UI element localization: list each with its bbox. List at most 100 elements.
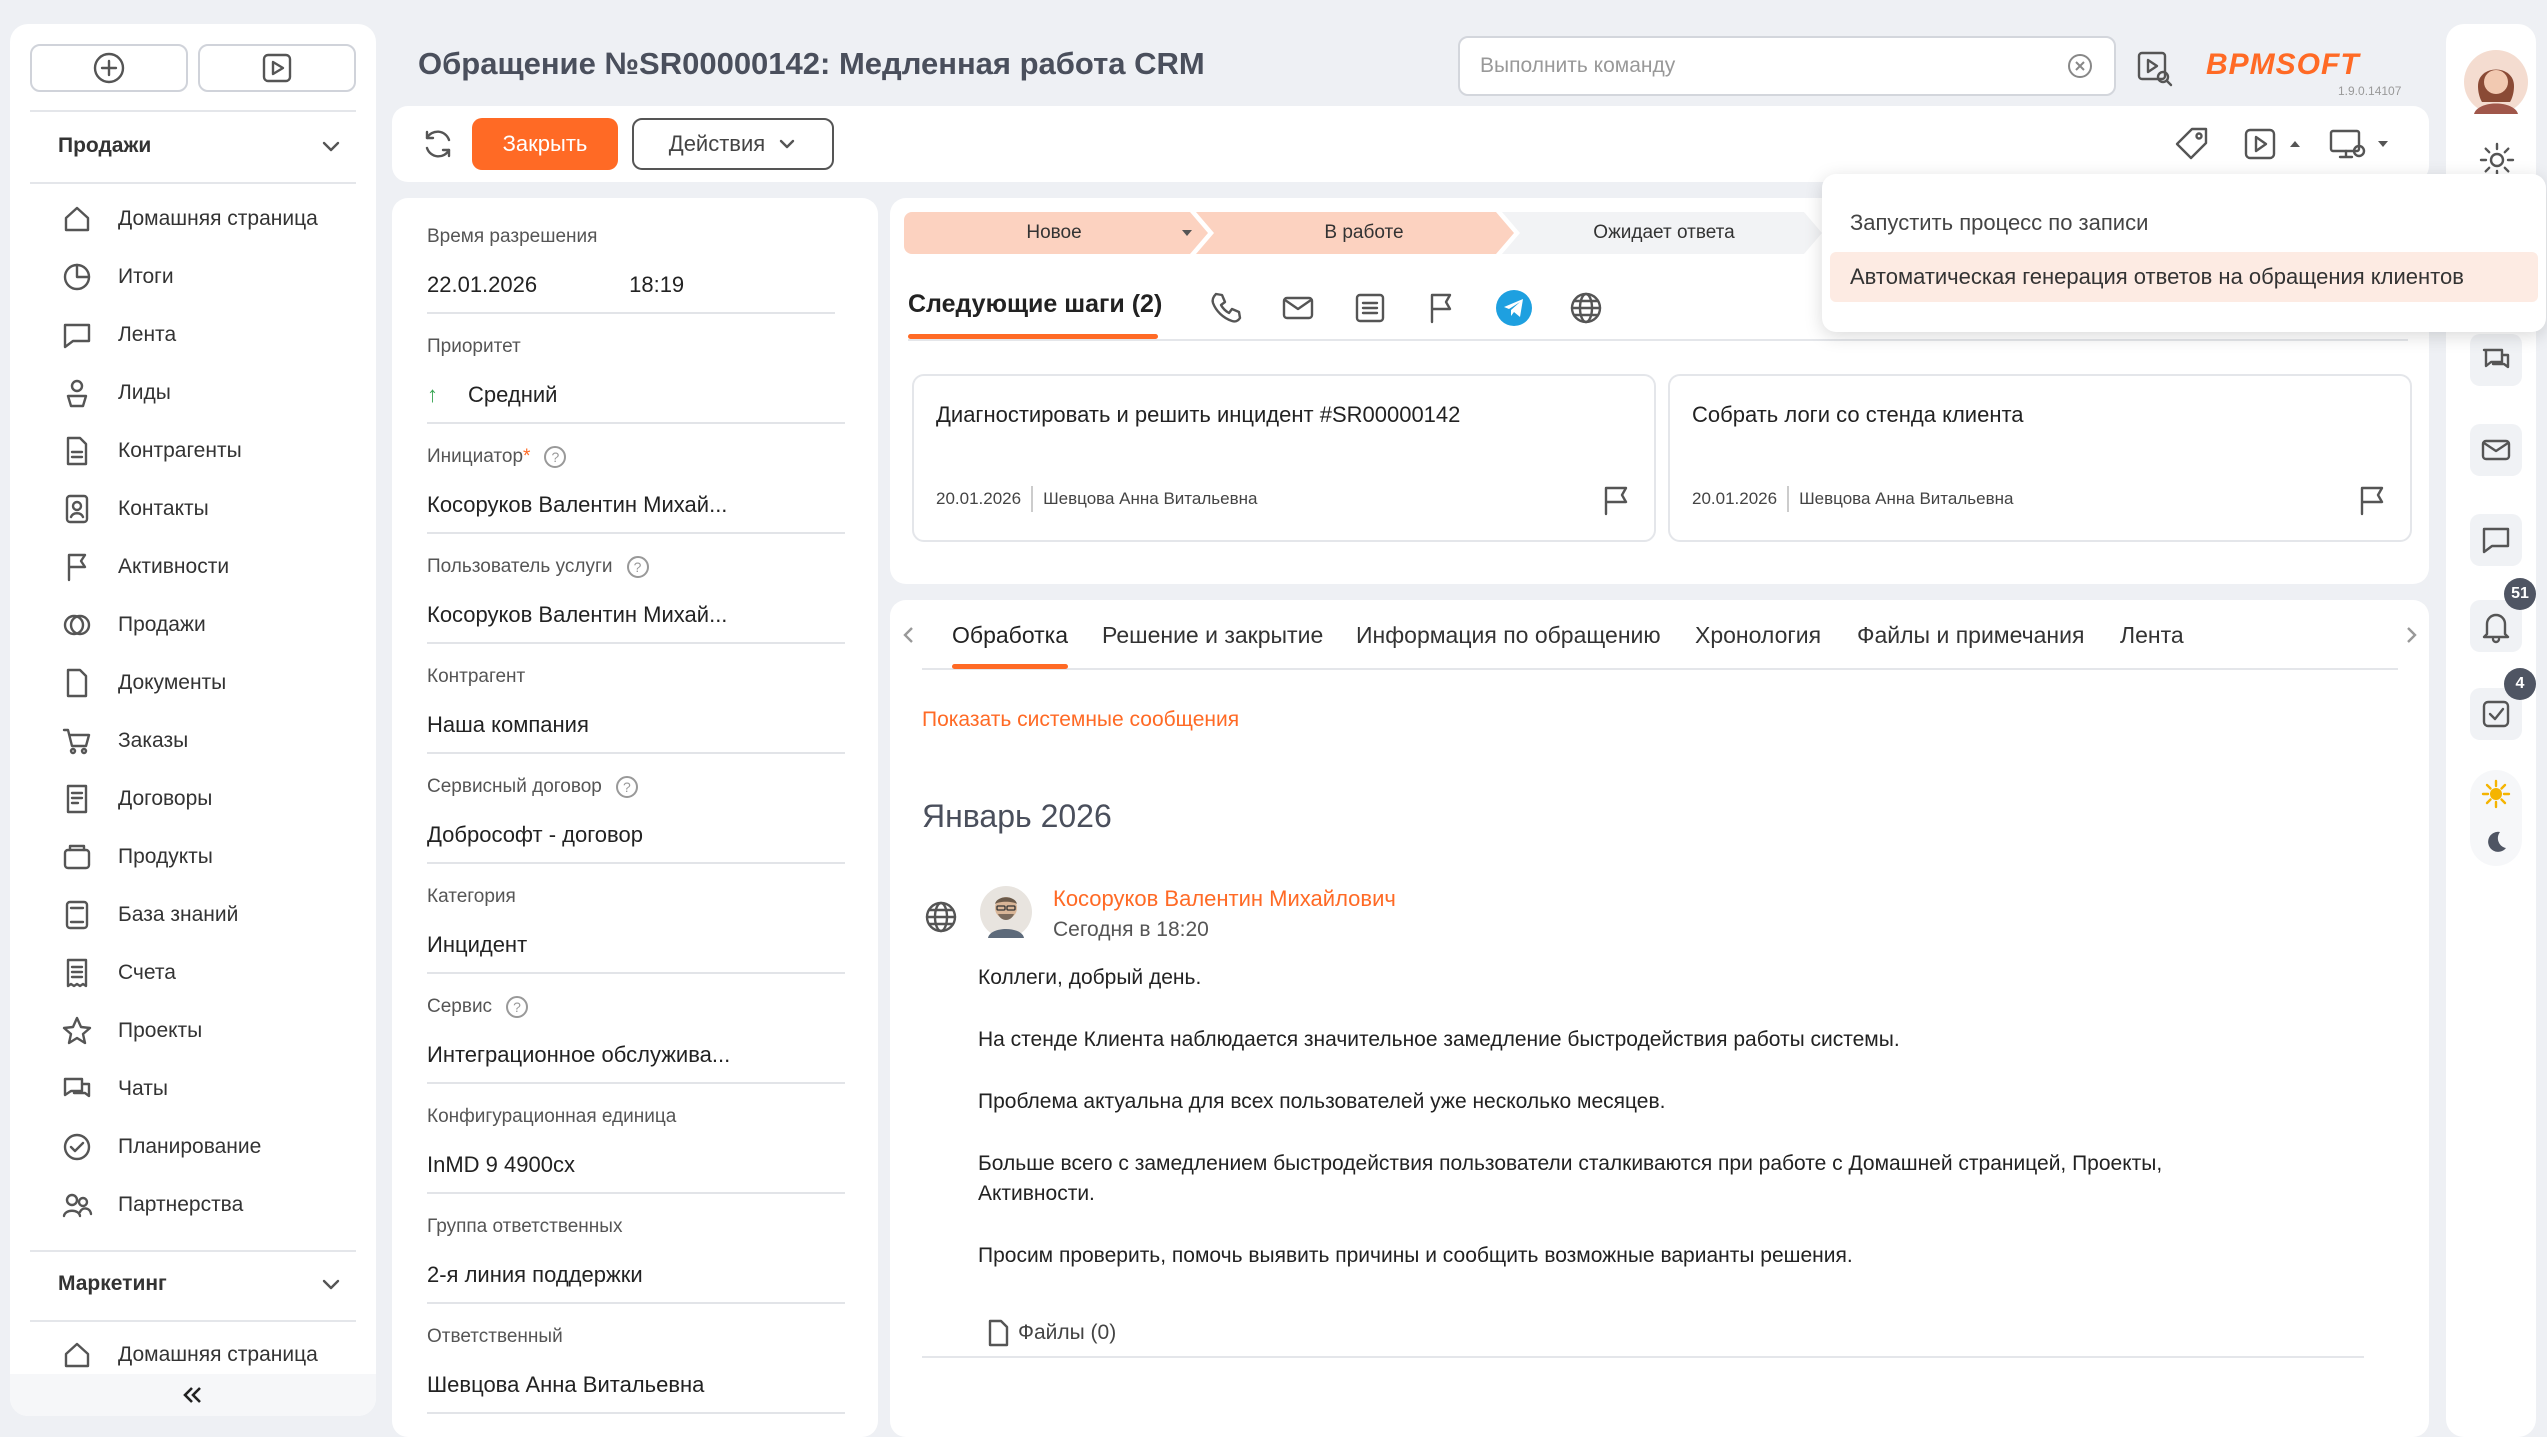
- field-value[interactable]: Интеграционное обслужива...: [427, 1042, 730, 1068]
- sidebar-item[interactable]: Документы: [60, 658, 360, 708]
- sidebar-item[interactable]: Активности: [60, 542, 360, 592]
- web-button[interactable]: [1566, 288, 1606, 328]
- task-card[interactable]: Диагностировать и решить инцидент #SR000…: [912, 374, 1656, 542]
- sidebar-item[interactable]: Итоги: [60, 252, 360, 302]
- refresh-button[interactable]: [418, 124, 458, 164]
- sidebar-item[interactable]: Договоры: [60, 774, 360, 824]
- actions-button[interactable]: Действия: [632, 118, 834, 170]
- sun-icon[interactable]: [2480, 778, 2512, 810]
- sidebar-item[interactable]: Лента: [60, 310, 360, 360]
- date-value[interactable]: 22.01.2026: [427, 272, 537, 297]
- help-icon[interactable]: ?: [626, 556, 649, 578]
- priority-value[interactable]: Средний: [468, 382, 557, 407]
- tabs-scroll-left-icon[interactable]: [898, 624, 920, 646]
- collapse-sidebar-button[interactable]: [10, 1374, 376, 1416]
- lead-icon: [66, 379, 88, 408]
- command-placeholder: Выполнить команду: [1480, 54, 1676, 77]
- field-value[interactable]: 2-я линия поддержки: [427, 1262, 643, 1288]
- help-icon[interactable]: ?: [615, 776, 638, 798]
- sidebar-item[interactable]: Контрагенты: [60, 426, 360, 476]
- sidebar-item[interactable]: Проекты: [60, 1006, 360, 1056]
- task-button[interactable]: [1422, 288, 1462, 328]
- help-icon[interactable]: ?: [506, 996, 529, 1018]
- required-mark: *: [523, 446, 531, 467]
- time-value[interactable]: 18:19: [629, 272, 684, 297]
- marketing-home[interactable]: Домашняя страница: [60, 1330, 360, 1380]
- sidebar-item[interactable]: Счета: [60, 948, 360, 998]
- stage-waiting[interactable]: Ожидает ответа: [1514, 214, 1814, 252]
- field-underline: [427, 752, 845, 754]
- moon-icon[interactable]: [2482, 828, 2510, 856]
- tag-icon: [2175, 127, 2208, 160]
- sidebar-item[interactable]: Заказы: [60, 716, 360, 766]
- globe-icon: [1570, 292, 1602, 324]
- field-value[interactable]: Косоруков Валентин Михай...: [427, 492, 727, 518]
- note-button[interactable]: [1350, 288, 1390, 328]
- flag-icon[interactable]: [2354, 482, 2390, 518]
- post-line: Проблема актуальна для всех пользователе…: [978, 1090, 1666, 1113]
- section-marketing[interactable]: Маркетинг: [30, 1254, 356, 1314]
- email-button[interactable]: [1278, 288, 1318, 328]
- run-process-button[interactable]: [198, 44, 356, 92]
- help-icon[interactable]: ?: [544, 446, 567, 468]
- tab[interactable]: Решение и закрытие: [1102, 622, 1323, 649]
- field-value[interactable]: Шевцова Анна Витальевна: [427, 1372, 704, 1398]
- field-label: Конфигурационная единица: [427, 1106, 676, 1128]
- sidebar-item[interactable]: Партнерства: [60, 1180, 360, 1230]
- sidebar-item[interactable]: Домашняя страница: [60, 194, 360, 244]
- avatar[interactable]: [980, 886, 1032, 938]
- section-sales[interactable]: Продажи: [30, 116, 356, 176]
- telegram-button[interactable]: [1494, 288, 1534, 328]
- sidebar-item[interactable]: Лиды: [60, 368, 360, 418]
- stage-new[interactable]: Новое: [904, 214, 1204, 252]
- field-value[interactable]: Наша компания: [427, 712, 589, 738]
- next-steps-tab[interactable]: Следующие шаги (2): [908, 290, 1162, 319]
- field-value[interactable]: InMD 9 4900cx: [427, 1152, 575, 1178]
- chevron-down-icon: [779, 139, 795, 149]
- tab[interactable]: Информация по обращению: [1356, 622, 1661, 649]
- command-input[interactable]: Выполнить команду: [1458, 36, 2116, 96]
- run-process-menu-item[interactable]: Запустить процесс по записи: [1850, 210, 2148, 236]
- process-menu-button[interactable]: [2240, 124, 2302, 164]
- sidebar-item[interactable]: Чаты: [60, 1064, 360, 1114]
- tab[interactable]: Лента: [2120, 622, 2184, 649]
- sidebar-item[interactable]: Контакты: [60, 484, 360, 534]
- feed-rail-button[interactable]: [2470, 514, 2522, 566]
- show-system-messages-link[interactable]: Показать системные сообщения: [922, 708, 1239, 732]
- tabs-scroll-right-icon[interactable]: [2400, 624, 2422, 646]
- auto-reply-menu-item[interactable]: Автоматическая генерация ответов на обра…: [1850, 264, 2464, 290]
- play-square-icon: [262, 53, 292, 83]
- globe-icon: [925, 901, 957, 933]
- call-button[interactable]: [1206, 288, 1246, 328]
- tab[interactable]: Файлы и примечания: [1857, 622, 2084, 649]
- post-author-link[interactable]: Косоруков Валентин Михайлович: [1053, 886, 1396, 912]
- chat-rail-button[interactable]: [2470, 334, 2522, 386]
- chevron-down-icon: [322, 1279, 340, 1290]
- file-icon: [66, 668, 88, 698]
- search-video-button[interactable]: [2134, 48, 2174, 88]
- view-menu-button[interactable]: [2326, 124, 2390, 164]
- tab[interactable]: Хронология: [1695, 622, 1821, 649]
- mail-icon: [2481, 439, 2511, 461]
- files-link[interactable]: Файлы (0): [984, 1318, 1116, 1348]
- add-button[interactable]: [30, 44, 188, 92]
- post-time: Сегодня в 18:20: [1053, 918, 1209, 941]
- sidebar-item[interactable]: Продажи: [60, 600, 360, 650]
- flag-icon[interactable]: [1598, 482, 1634, 518]
- theme-toggle[interactable]: [2470, 770, 2522, 866]
- email-rail-button[interactable]: [2470, 424, 2522, 476]
- close-button[interactable]: Закрыть: [472, 118, 618, 170]
- tag-button[interactable]: [2172, 124, 2212, 164]
- stage-in-work[interactable]: В работе: [1214, 214, 1514, 252]
- task-card[interactable]: Собрать логи со стенда клиента 20.01.202…: [1668, 374, 2412, 542]
- clear-icon[interactable]: [2066, 52, 2094, 80]
- sidebar-item[interactable]: Продукты: [60, 832, 360, 882]
- field-label-text: Категория: [427, 886, 516, 907]
- tab[interactable]: Обработка: [952, 622, 1068, 649]
- contract-icon: [66, 784, 88, 814]
- sidebar-item[interactable]: База знаний: [60, 890, 360, 940]
- user-avatar[interactable]: [2464, 50, 2528, 114]
- field-value[interactable]: Косоруков Валентин Михай...: [427, 602, 727, 628]
- nav-label: Планирование: [118, 1135, 262, 1158]
- sidebar-item[interactable]: Планирование: [60, 1122, 360, 1172]
